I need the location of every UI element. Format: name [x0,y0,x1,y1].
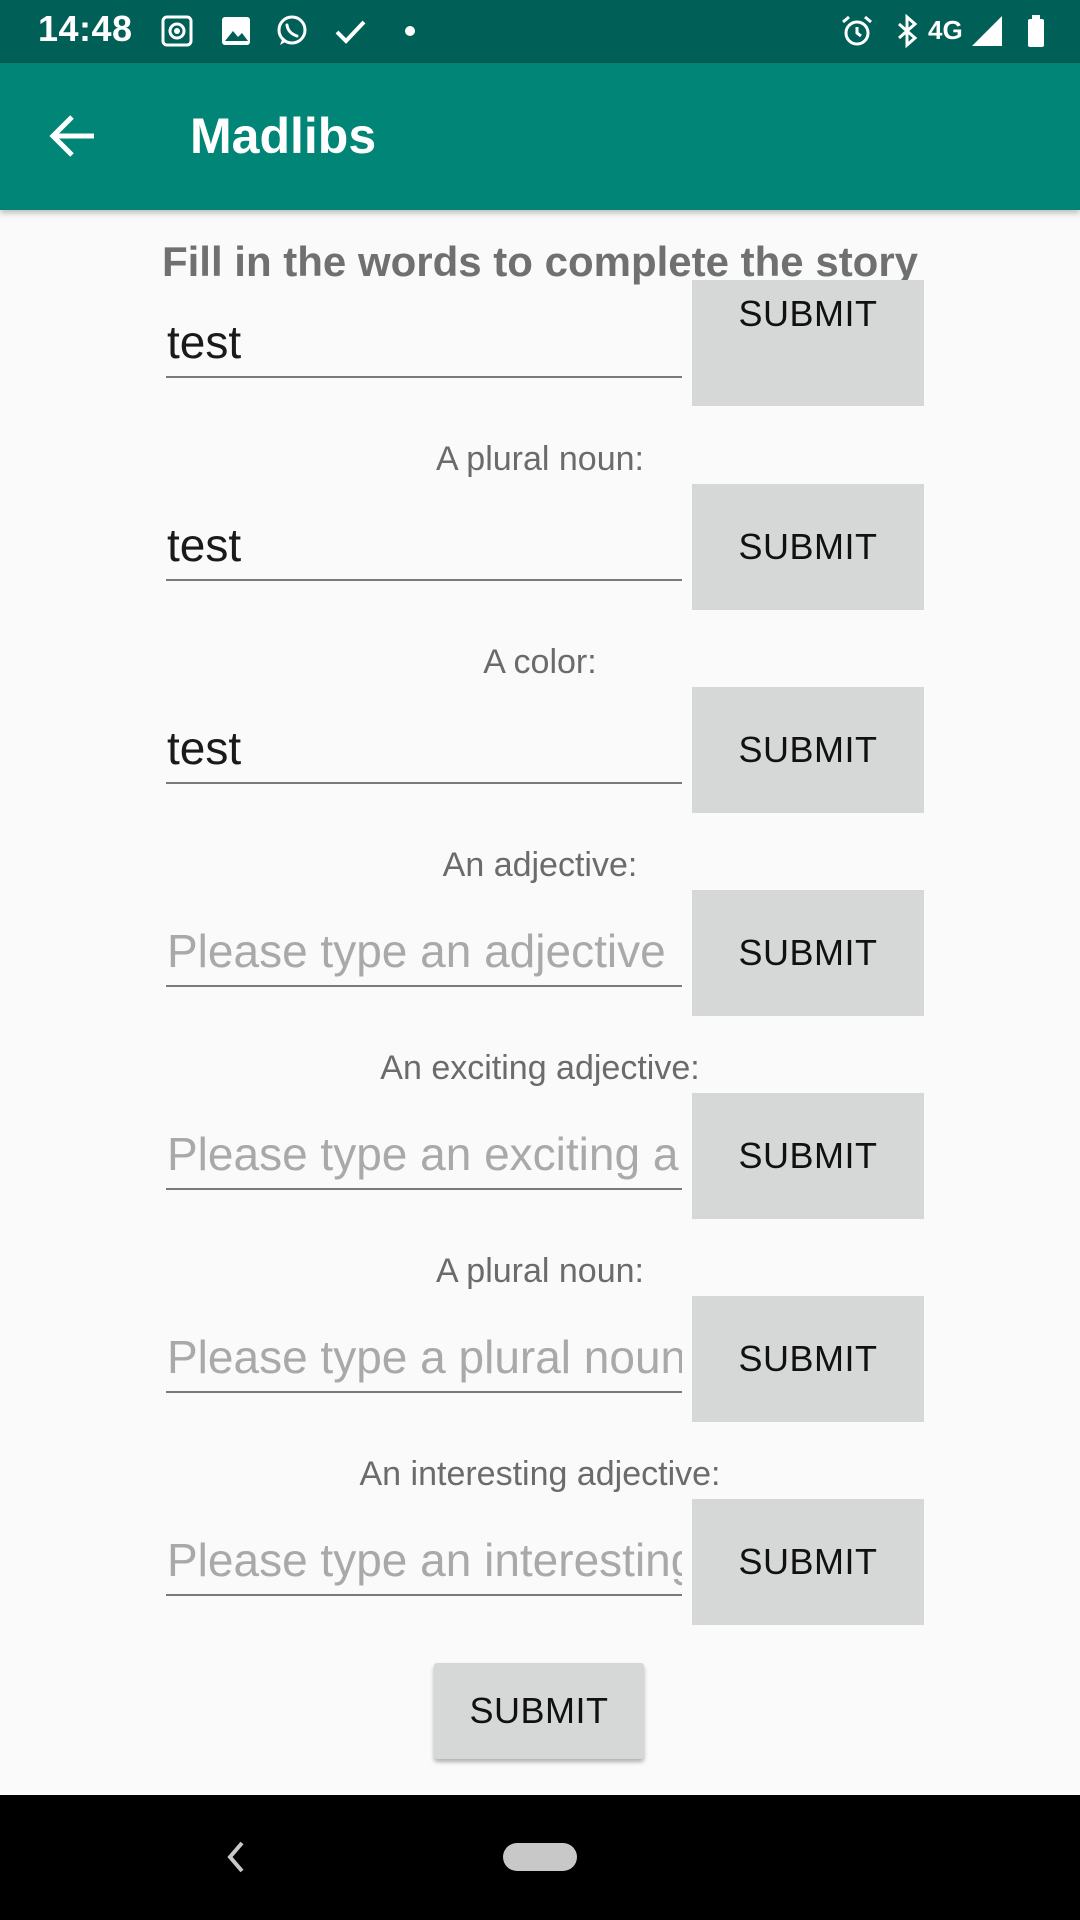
word-input-2[interactable] [166,511,682,581]
image-icon [222,17,250,45]
prompt-label-3: A color: [483,643,597,681]
status-time: 14:48 [38,8,133,49]
submit-button-2[interactable]: SUBMIT [692,484,924,610]
submit-button-7[interactable]: SUBMIT [692,1499,924,1625]
word-input-7[interactable] [166,1526,682,1596]
submit-button-3[interactable]: SUBMIT [692,687,924,813]
status-bar: 14:48 4G [0,0,1080,63]
nav-back-icon[interactable] [220,1837,250,1877]
alarm-icon [842,15,872,46]
app-bar: Madlibs [0,63,1080,210]
word-input-5[interactable] [166,1120,682,1190]
word-input-6[interactable] [166,1323,682,1393]
prompt-label-5: An exciting adjective: [380,1049,700,1087]
arrow-left-icon[interactable] [48,113,98,159]
word-input-4[interactable] [166,917,682,987]
network-type: 4G [928,15,963,45]
nav-home-pill[interactable] [503,1843,577,1871]
submit-button-4[interactable]: SUBMIT [692,890,924,1016]
bluetooth-icon [898,14,918,48]
word-input-1[interactable] [166,308,682,378]
whatsapp-icon [277,15,307,45]
submit-button-5[interactable]: SUBMIT [692,1093,924,1219]
page-heading: Fill in the words to complete the story [161,238,919,285]
prompt-label-6: A plural noun: [436,1252,644,1290]
screen-record-icon [161,15,193,47]
submit-button-6[interactable]: SUBMIT [692,1296,924,1422]
dot-icon [405,26,415,36]
prompt-label-4: An adjective: [442,846,638,884]
battery-icon [1028,15,1044,47]
signal-icon [972,16,1002,46]
submit-button-1[interactable]: SUBMIT [692,280,924,406]
prompt-label-7: An interesting adjective: [359,1455,721,1493]
final-submit-button[interactable]: SUBMIT [434,1663,644,1759]
word-input-3[interactable] [166,714,682,784]
app-title: Madlibs [190,108,377,164]
prompt-label-2: A plural noun: [436,440,644,478]
check-icon [335,20,366,44]
